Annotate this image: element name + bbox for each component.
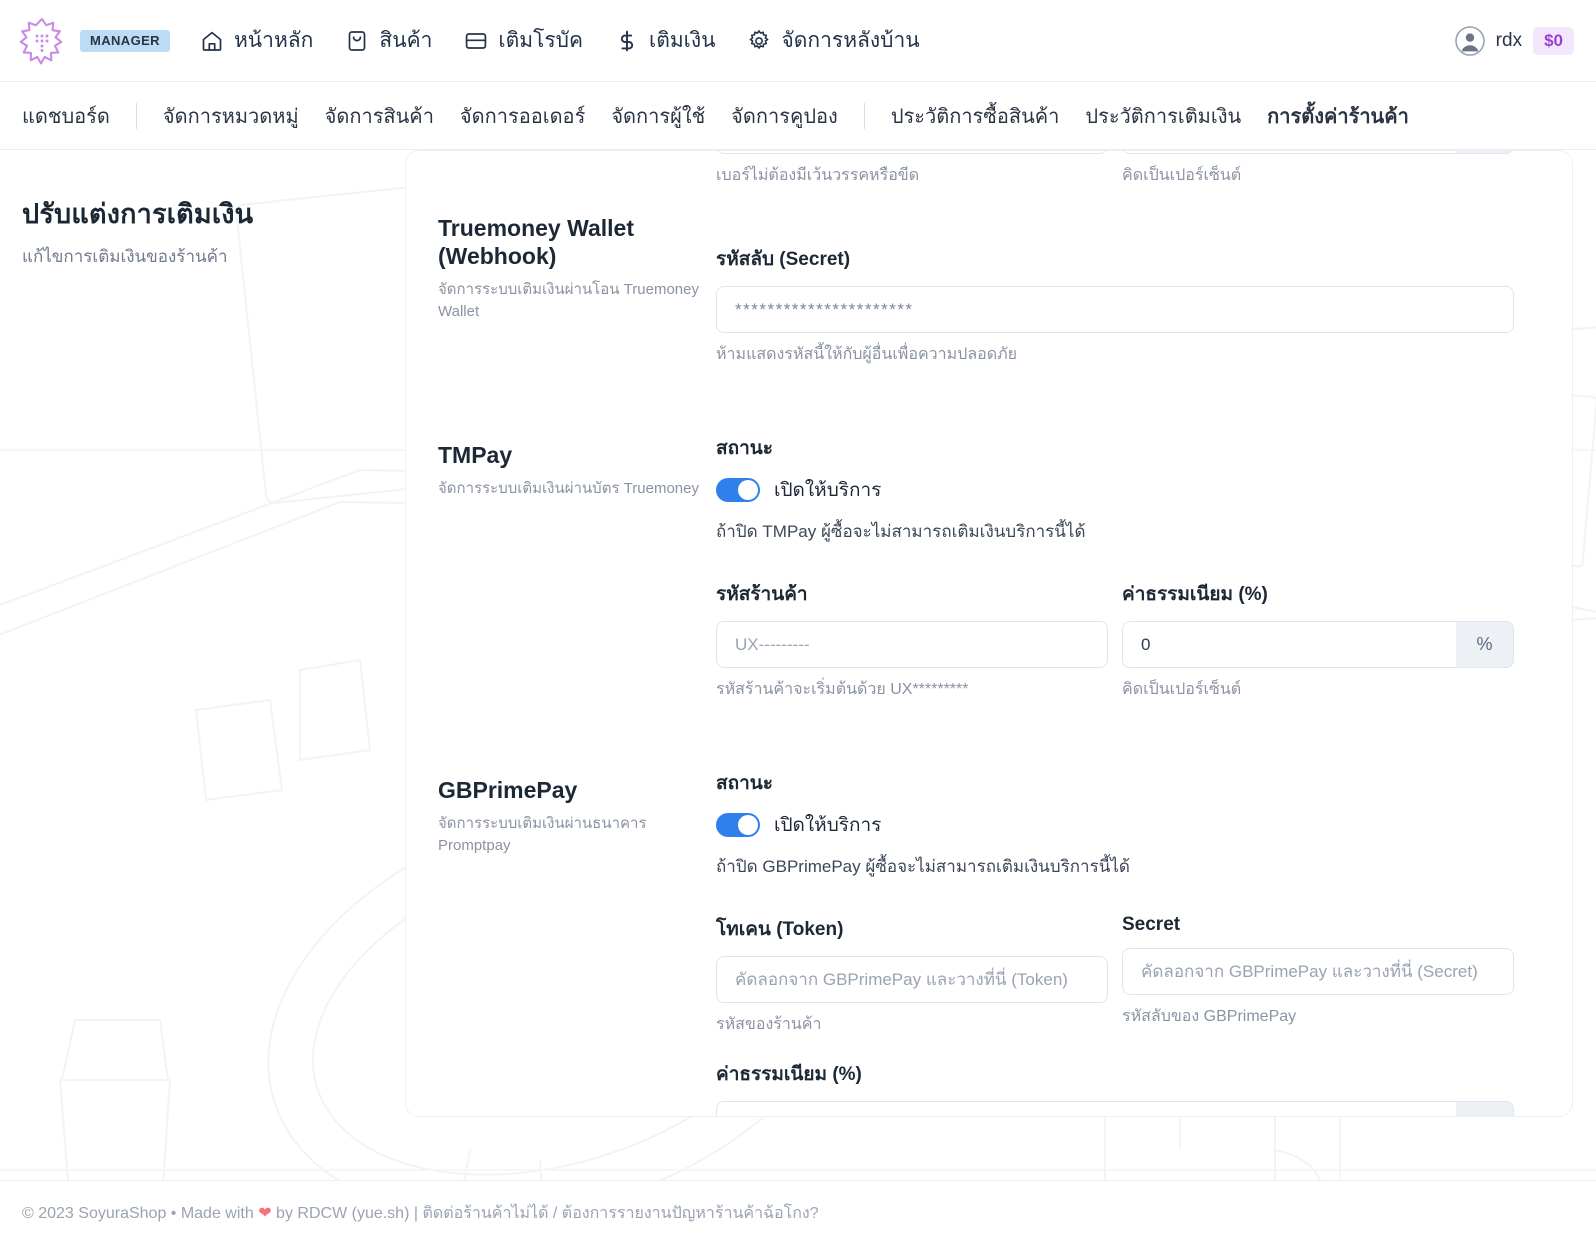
tmpay-enable-toggle[interactable]: [716, 478, 760, 502]
subnav-item-dashboard[interactable]: แดชบอร์ด: [22, 100, 110, 132]
subnav-item-coupons[interactable]: จัดการคูปอง: [731, 100, 838, 132]
subnav-item-shop-settings[interactable]: การตั้งค่าร้านค้า: [1267, 100, 1409, 132]
nav-item-admin[interactable]: จัดการหลังบ้าน: [747, 24, 919, 57]
subnav-item-products[interactable]: จัดการสินค้า: [325, 100, 434, 132]
section-gbprimepay: GBPrimePay จัดการระบบเติมเงินผ่านธนาคาร …: [438, 748, 1514, 1117]
page-body: ปรับแต่งการเติมเงิน แก้ไขการเติมเงินของร…: [0, 150, 1596, 1180]
nav-item-home-label: หน้าหลัก: [234, 24, 313, 57]
tmpay-fee-hint: คิดเป็นเปอร์เซ็นต์: [1122, 677, 1514, 702]
nav-item-topup-money-label: เติมเงิน: [649, 24, 715, 57]
tmpay-fee-input[interactable]: [1122, 621, 1456, 668]
tmpay-fields: สถานะ เปิดให้บริการ ถ้าปิด TMPay ผู้ซื้อ…: [716, 413, 1514, 702]
gbprimepay-fee-label: ค่าธรรมเนียม (%): [716, 1059, 1514, 1089]
bag-icon: [345, 29, 369, 53]
gbprimepay-token-group: โทเคน (Token) รหัสของร้านค้า: [716, 914, 1108, 1037]
username-label: rdx: [1496, 30, 1522, 52]
gbprimepay-token-input[interactable]: [716, 956, 1108, 1003]
section-truemoney-wallet: Truemoney Wallet (Webhook) จัดการระบบเติ…: [438, 150, 1514, 367]
page-title: ปรับแต่งการเติมเงิน: [22, 192, 381, 235]
footer-text-before: © 2023 SoyuraShop • Made with: [22, 1205, 258, 1222]
gbprimepay-toggle-note: ถ้าปิด GBPrimePay ผู้ซื้อจะไม่สามารถเติม…: [716, 853, 1514, 880]
truemoney-labels: Truemoney Wallet (Webhook) จัดการระบบเติ…: [438, 150, 716, 323]
page-subtitle: แก้ไขการเติมเงินของร้านค้า: [22, 243, 381, 270]
gbprimepay-fee-group: ค่าธรรมเนียม (%) % คิดเป็นเปอร์เซ็นต์: [716, 1059, 1514, 1117]
home-icon: [200, 29, 224, 53]
gbprimepay-secret-input[interactable]: [1122, 948, 1514, 995]
nav-item-topup-money[interactable]: เติมเงิน: [615, 24, 715, 57]
gbprimepay-fee-input[interactable]: [716, 1101, 1456, 1117]
page-footer: © 2023 SoyuraShop • Made with ❤ by RDCW …: [0, 1180, 1596, 1245]
toggle-knob: [738, 815, 758, 835]
subnav-item-topup-history[interactable]: ประวัติการเติมเงิน: [1085, 100, 1241, 132]
gear-icon: [747, 29, 771, 53]
subnav-item-categories[interactable]: จัดการหมวดหมู่: [163, 100, 299, 132]
subnav-item-orders[interactable]: จัดการออเดอร์: [460, 100, 585, 132]
subnav-divider: [864, 103, 865, 129]
tmpay-title: TMPay: [438, 441, 716, 469]
tmpay-merchant-group: รหัสร้านค้า รหัสร้านค้าจะเริ่มต้นด้วย UX…: [716, 579, 1108, 702]
tmpay-merchant-input[interactable]: [716, 621, 1108, 668]
account-area: rdx $0: [1455, 26, 1574, 56]
truemoney-secret-input[interactable]: [716, 286, 1514, 333]
tmpay-toggle-state-label: เปิดให้บริการ: [774, 475, 881, 505]
truemoney-fields: รหัสลับ (Secret) ห้ามแสดงรหัสนี้ให้กับผู…: [716, 150, 1514, 367]
settings-side-panel: ปรับแต่งการเติมเงิน แก้ไขการเติมเงินของร…: [0, 150, 405, 1180]
nav-item-topup-robux[interactable]: เติมโรบัค: [464, 24, 583, 57]
user-avatar-icon[interactable]: [1455, 26, 1485, 56]
footer-text-after: by RDCW (yue.sh) | ติดต่อร้านค้าไม่ได้ /…: [272, 1205, 819, 1222]
tmpay-merchant-hint: รหัสร้านค้าจะเริ่มต้นด้วย UX*********: [716, 677, 1108, 702]
subnav-item-users[interactable]: จัดการผู้ใช้: [611, 100, 705, 132]
percent-addon: %: [1456, 1101, 1514, 1117]
role-badge: MANAGER: [80, 30, 170, 52]
tmpay-fee-group: ค่าธรรมเนียม (%) % คิดเป็นเปอร์เซ็นต์: [1122, 579, 1514, 702]
nav-item-products[interactable]: สินค้า: [345, 24, 432, 57]
truemoney-secret-hint: ห้ามแสดงรหัสนี้ให้กับผู้อื่นเพื่อความปลอ…: [716, 342, 1514, 367]
nav-item-home[interactable]: หน้าหลัก: [200, 24, 313, 57]
dollar-icon: [615, 29, 639, 53]
gbprimepay-token-hint: รหัสของร้านค้า: [716, 1012, 1108, 1037]
settings-card: เบอร์ไม่ต้องมีเว้นวรรคหรือขีด % คิดเป็นเ…: [405, 150, 1573, 1117]
toggle-knob: [738, 480, 758, 500]
gbprimepay-labels: GBPrimePay จัดการระบบเติมเงินผ่านธนาคาร …: [438, 748, 716, 857]
subnav-item-purchase-history[interactable]: ประวัติการซื้อสินค้า: [891, 100, 1060, 132]
gbprimepay-secret-group: Secret รหัสลับของ GBPrimePay: [1122, 914, 1514, 1037]
truemoney-secret-label: รหัสลับ (Secret): [716, 244, 1514, 274]
tmpay-toggle-note: ถ้าปิด TMPay ผู้ซื้อจะไม่สามารถเติมเงินบ…: [716, 518, 1514, 545]
tmpay-fee-label: ค่าธรรมเนียม (%): [1122, 579, 1514, 609]
nav-item-products-label: สินค้า: [379, 24, 432, 57]
percent-addon: %: [1456, 621, 1514, 668]
balance-badge[interactable]: $0: [1533, 27, 1574, 55]
tmpay-labels: TMPay จัดการระบบเติมเงินผ่านบัตร Truemon…: [438, 413, 716, 500]
sakura-flower-logo-icon[interactable]: [16, 15, 68, 67]
tmpay-status-label: สถานะ: [716, 433, 1514, 463]
secondary-navigation: แดชบอร์ด จัดการหมวดหมู่ จัดการสินค้า จัด…: [0, 82, 1596, 150]
heart-icon: ❤: [258, 1205, 271, 1222]
section-tmpay: TMPay จัดการระบบเติมเงินผ่านบัตร Truemon…: [438, 413, 1514, 702]
subnav-divider: [136, 103, 137, 129]
gbprimepay-description: จัดการระบบเติมเงินผ่านธนาคาร Promptpay: [438, 813, 716, 857]
top-header-bar: MANAGER หน้าหลัก สินค้า: [0, 0, 1596, 82]
tmpay-merchant-label: รหัสร้านค้า: [716, 579, 1108, 609]
gbprimepay-secret-hint: รหัสลับของ GBPrimePay: [1122, 1004, 1514, 1029]
tmpay-description: จัดการระบบเติมเงินผ่านบัตร Truemoney: [438, 478, 716, 500]
truemoney-description: จัดการระบบเติมเงินผ่านโอน Truemoney Wall…: [438, 279, 716, 323]
truemoney-title: Truemoney Wallet (Webhook): [438, 214, 716, 270]
footer-text: © 2023 SoyuraShop • Made with ❤ by RDCW …: [22, 1201, 819, 1226]
credit-card-icon: [464, 29, 488, 53]
nav-item-topup-robux-label: เติมโรบัค: [498, 24, 583, 57]
nav-item-admin-label: จัดการหลังบ้าน: [781, 24, 919, 57]
gbprimepay-token-label: โทเคน (Token): [716, 914, 1108, 944]
gbprimepay-title: GBPrimePay: [438, 776, 716, 804]
gbprimepay-toggle-state-label: เปิดให้บริการ: [774, 810, 881, 840]
gbprimepay-fields: สถานะ เปิดให้บริการ ถ้าปิด GBPrimePay ผู…: [716, 748, 1514, 1117]
settings-card-scroll-content: เบอร์ไม่ต้องมีเว้นวรรคหรือขีด % คิดเป็นเ…: [406, 150, 1572, 1117]
primary-navigation: หน้าหลัก สินค้า เติมโรบัค: [200, 24, 920, 57]
gbprimepay-status-label: สถานะ: [716, 768, 1514, 798]
gbprimepay-enable-toggle[interactable]: [716, 813, 760, 837]
gbprimepay-secret-label: Secret: [1122, 914, 1514, 936]
